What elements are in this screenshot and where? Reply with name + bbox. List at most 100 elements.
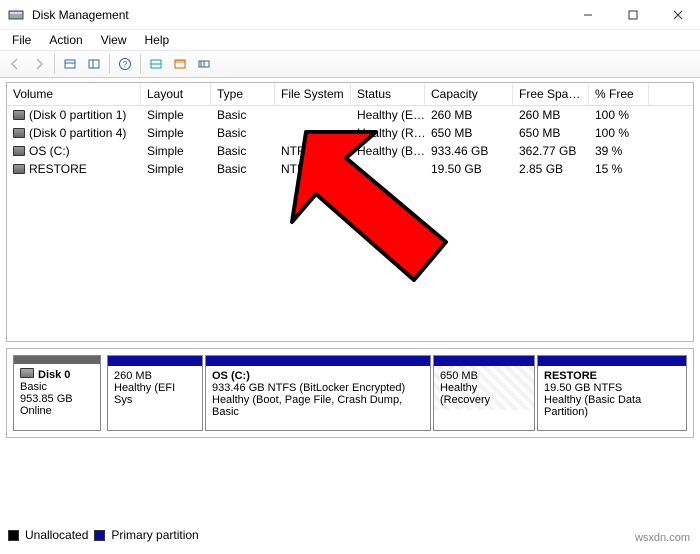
cell-free: 650 MB (513, 124, 589, 142)
cell-capacity: 260 MB (425, 106, 513, 124)
toolbar: ? (0, 50, 700, 78)
cell-fs: NTFS (275, 160, 351, 178)
cell-type: Basic (211, 124, 275, 142)
partition-bar (108, 356, 202, 366)
toolbar-separator (109, 54, 110, 74)
close-button[interactable] (655, 0, 700, 30)
cell-pct: 100 % (589, 124, 649, 142)
toolbar-button-3[interactable] (145, 53, 167, 75)
disk-label: Disk 0 (38, 369, 70, 381)
svg-text:?: ? (123, 60, 128, 69)
app-icon (8, 7, 24, 23)
disk-icon (20, 368, 34, 378)
col-pctfree[interactable]: % Free (589, 83, 649, 105)
volume-name: RESTORE (29, 162, 87, 176)
col-layout[interactable]: Layout (141, 83, 211, 105)
partition-bar (434, 356, 534, 366)
cell-status: Healthy (R… (351, 124, 425, 142)
toolbar-button-5[interactable] (193, 53, 215, 75)
help-button[interactable]: ? (114, 53, 136, 75)
partition-title: OS (C:) (212, 370, 250, 382)
cell-type: Basic (211, 160, 275, 178)
partition-box[interactable]: RESTORE 19.50 GB NTFS Healthy (Basic Dat… (537, 355, 687, 431)
volume-list[interactable]: Volume Layout Type File System Status Ca… (6, 82, 694, 342)
volume-icon (13, 128, 25, 138)
window-title: Disk Management (32, 8, 565, 22)
col-volume[interactable]: Volume (7, 83, 141, 105)
col-status[interactable]: Status (351, 83, 425, 105)
menu-file[interactable]: File (4, 31, 39, 49)
maximize-button[interactable] (610, 0, 655, 30)
cell-free: 2.85 GB (513, 160, 589, 178)
disk-type: Basic (20, 381, 94, 393)
volume-name: OS (C:) (29, 144, 70, 158)
volume-row[interactable]: OS (C:) Simple Basic NTFS (BitLo… Health… (7, 142, 693, 160)
col-filesystem[interactable]: File System (275, 83, 351, 105)
toolbar-button-4[interactable] (169, 53, 191, 75)
partition-box[interactable]: 260 MB Healthy (EFI Sys (107, 355, 203, 431)
column-headers[interactable]: Volume Layout Type File System Status Ca… (7, 83, 693, 106)
partition-line1: 260 MB (114, 370, 196, 382)
col-freespace[interactable]: Free Spa… (513, 83, 589, 105)
disk-info[interactable]: Disk 0 Basic 953.85 GB Online (13, 355, 101, 431)
menu-help[interactable]: Help (137, 31, 178, 49)
legend-label-unallocated: Unallocated (25, 528, 88, 542)
legend: Unallocated Primary partition (8, 528, 199, 542)
toolbar-separator (54, 54, 55, 74)
cell-pct: 39 % (589, 142, 649, 160)
title-bar: Disk Management (0, 0, 700, 30)
partition-bar (206, 356, 430, 366)
col-capacity[interactable]: Capacity (425, 83, 513, 105)
cell-pct: 15 % (589, 160, 649, 178)
volume-icon (13, 110, 25, 120)
volume-name: (Disk 0 partition 4) (29, 126, 126, 140)
cell-status: Healthy (E… (351, 106, 425, 124)
disk-state: Online (20, 405, 94, 417)
menu-action[interactable]: Action (41, 31, 90, 49)
volume-icon (13, 146, 25, 156)
volume-row[interactable]: RESTORE Simple Basic NTFS 19.50 GB 2.85 … (7, 160, 693, 178)
cell-status: Healthy (B… (351, 142, 425, 160)
cell-free: 260 MB (513, 106, 589, 124)
disk-size: 953.85 GB (20, 393, 94, 405)
partition-line2: Healthy (EFI Sys (114, 382, 196, 406)
watermark: wsxdn.com (635, 532, 690, 544)
volume-row[interactable]: (Disk 0 partition 4) Simple Basic Health… (7, 124, 693, 142)
partition-line2: Healthy (Recovery (440, 382, 528, 406)
col-type[interactable]: Type (211, 83, 275, 105)
cell-layout: Simple (141, 142, 211, 160)
cell-pct: 100 % (589, 106, 649, 124)
volume-name: (Disk 0 partition 1) (29, 108, 126, 122)
forward-button (28, 53, 50, 75)
partition-box[interactable]: OS (C:) 933.46 GB NTFS (BitLocker Encryp… (205, 355, 431, 431)
cell-free: 362.77 GB (513, 142, 589, 160)
partition-title: RESTORE (544, 370, 597, 382)
disk-layout-pane: Disk 0 Basic 953.85 GB Online 260 MB Hea… (6, 348, 694, 438)
cell-layout: Simple (141, 124, 211, 142)
partition-line1: 650 MB (440, 370, 528, 382)
toolbar-button-1[interactable] (59, 53, 81, 75)
toolbar-button-2[interactable] (83, 53, 105, 75)
partition-box[interactable]: 650 MB Healthy (Recovery (433, 355, 535, 431)
partition-bar (538, 356, 686, 366)
cell-type: Basic (211, 106, 275, 124)
window-buttons (565, 0, 700, 30)
cell-status (351, 160, 425, 178)
menu-bar: File Action View Help (0, 30, 700, 50)
disk-partitions: 260 MB Healthy (EFI Sys OS (C:) 933.46 G… (107, 355, 687, 431)
cell-fs (275, 106, 351, 124)
volume-icon (13, 164, 25, 174)
cell-fs: NTFS (BitLo… (275, 142, 351, 160)
menu-view[interactable]: View (93, 31, 135, 49)
legend-label-primary: Primary partition (111, 528, 198, 542)
minimize-button[interactable] (565, 0, 610, 30)
volume-row[interactable]: (Disk 0 partition 1) Simple Basic Health… (7, 106, 693, 124)
legend-swatch-unallocated (8, 530, 19, 541)
partition-line2: Healthy (Boot, Page File, Crash Dump, Ba… (212, 394, 424, 418)
cell-type: Basic (211, 142, 275, 160)
cell-layout: Simple (141, 106, 211, 124)
partition-line2: Healthy (Basic Data Partition) (544, 394, 680, 418)
cell-capacity: 19.50 GB (425, 160, 513, 178)
cell-capacity: 650 MB (425, 124, 513, 142)
partition-line1: 933.46 GB NTFS (BitLocker Encrypted) (212, 382, 424, 394)
